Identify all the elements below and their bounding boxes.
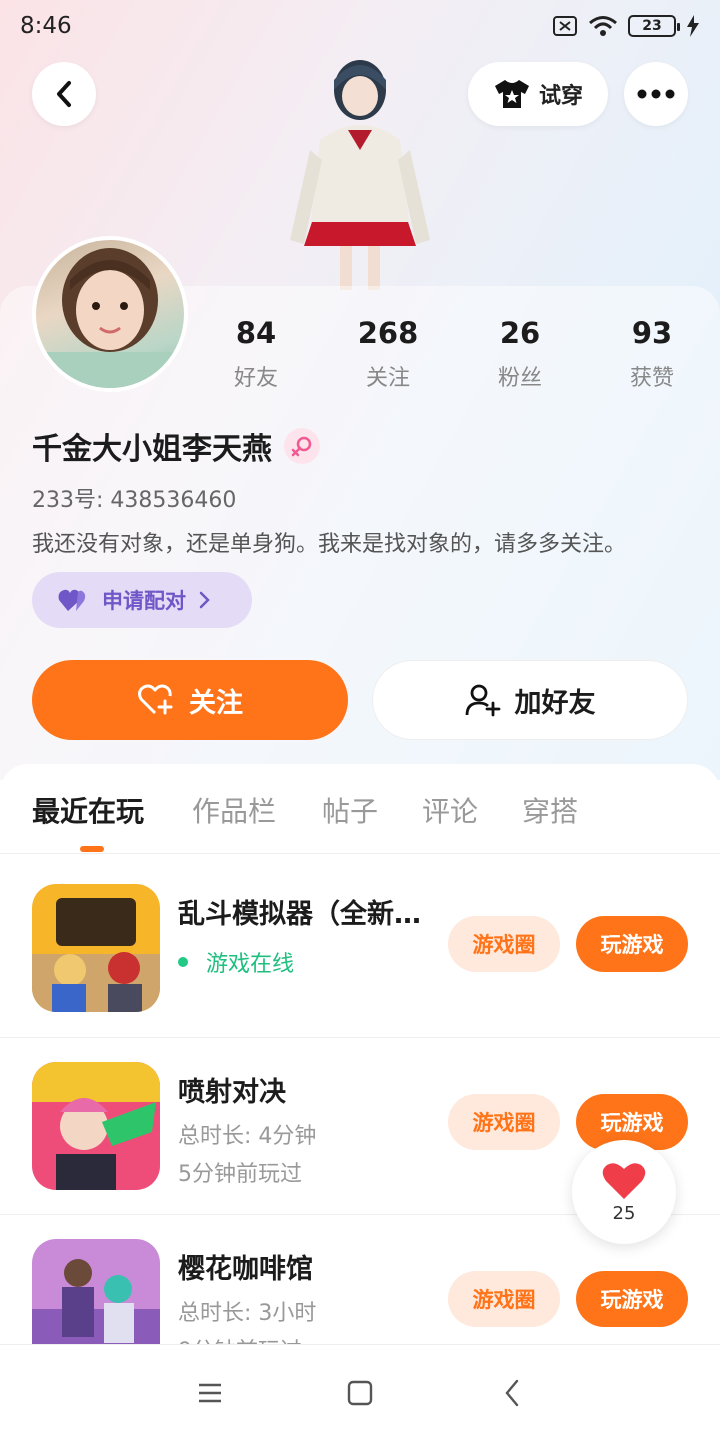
back-button[interactable] bbox=[32, 62, 96, 126]
request-match-label: 申请配对 bbox=[102, 589, 186, 613]
profile-name: 千金大小姐李天燕 bbox=[32, 432, 272, 467]
add-friend-button[interactable]: 加好友 bbox=[372, 660, 688, 740]
play-game-button[interactable]: 玩游戏 bbox=[576, 916, 688, 972]
stat-fans[interactable]: 26 粉丝 bbox=[454, 316, 586, 392]
like-floating-button[interactable]: 25 bbox=[572, 1140, 676, 1244]
profile-tabs: 最近在玩 作品栏 帖子 评论 穿搭 bbox=[0, 764, 720, 854]
tshirt-icon bbox=[494, 80, 529, 108]
follow-button[interactable]: 关注 bbox=[32, 660, 348, 740]
play-game-button[interactable]: 玩游戏 bbox=[576, 1271, 688, 1327]
add-user-icon bbox=[465, 684, 500, 717]
system-nav-bar bbox=[0, 1344, 720, 1440]
stat-label: 获赞 bbox=[629, 366, 674, 391]
nav-back-button[interactable] bbox=[492, 1375, 532, 1411]
add-friend-label: 加好友 bbox=[514, 687, 596, 719]
game-icon[interactable] bbox=[32, 1062, 160, 1190]
name-row: 千金大小姐李天燕 bbox=[32, 424, 320, 468]
stat-likes[interactable]: 93 获赞 bbox=[586, 316, 718, 392]
game-circle-button[interactable]: 游戏圈 bbox=[448, 1094, 560, 1150]
avatar-photo bbox=[46, 248, 174, 388]
stat-number: 26 bbox=[499, 316, 541, 350]
game-duration: 总时长: 4分钟 bbox=[178, 1124, 317, 1149]
more-button[interactable] bbox=[624, 62, 688, 126]
status-time: 8:46 bbox=[20, 13, 72, 39]
tab-posts[interactable]: 帖子 bbox=[322, 790, 378, 830]
chevron-left-icon bbox=[57, 81, 71, 107]
avatar[interactable] bbox=[32, 236, 188, 392]
game-list-item[interactable]: 乱斗模拟器（全新... 游戏在线 游戏圈 玩游戏 bbox=[0, 860, 720, 1037]
try-on-label: 试穿 bbox=[538, 84, 583, 109]
tab-recently-played[interactable]: 最近在玩 bbox=[32, 790, 144, 830]
game-icon[interactable] bbox=[32, 1239, 160, 1344]
user-bio: 我还没有对象，还是单身狗。我来是找对象的，请多多关注。 bbox=[32, 532, 627, 557]
sim-off-icon bbox=[553, 16, 577, 36]
wifi-icon bbox=[589, 16, 617, 36]
game-icon[interactable] bbox=[32, 884, 160, 1012]
user-id: 233号: 438536460 bbox=[32, 488, 237, 513]
menu-icon bbox=[199, 1383, 221, 1403]
follow-label: 关注 bbox=[189, 687, 243, 719]
home-square-icon bbox=[347, 1380, 373, 1406]
game-last-played: 9分钟前玩过 bbox=[178, 1333, 302, 1344]
stat-number: 84 bbox=[235, 316, 277, 350]
stat-number: 268 bbox=[357, 316, 419, 350]
nav-home-button[interactable] bbox=[340, 1375, 380, 1411]
game-last-played: 5分钟前玩过 bbox=[178, 1162, 302, 1187]
game-title: 喷射对决 bbox=[178, 1077, 286, 1108]
more-dots-icon bbox=[637, 89, 675, 99]
battery-icon: 23 bbox=[628, 15, 680, 37]
profile-stats: 84 好友 268 关注 26 粉丝 93 获赞 bbox=[190, 316, 720, 392]
stat-label: 关注 bbox=[365, 366, 410, 391]
double-heart-icon bbox=[58, 589, 86, 611]
profile-content: 最近在玩 作品栏 帖子 评论 穿搭 乱斗模拟器（全新... 游戏在线 游戏圈 玩… bbox=[0, 764, 720, 1344]
online-dot-icon bbox=[178, 957, 188, 967]
request-match-button[interactable]: 申请配对 bbox=[32, 572, 252, 628]
nav-menu-button[interactable] bbox=[190, 1375, 230, 1411]
like-count: 25 bbox=[612, 1202, 636, 1224]
tab-works[interactable]: 作品栏 bbox=[192, 790, 276, 830]
game-title: 乱斗模拟器（全新... bbox=[178, 899, 423, 930]
tab-outfits[interactable]: 穿搭 bbox=[522, 790, 578, 830]
charging-icon bbox=[687, 15, 699, 37]
status-icons: 23 bbox=[552, 15, 700, 37]
stat-friends[interactable]: 84 好友 bbox=[190, 316, 322, 392]
game-status: 游戏在线 bbox=[178, 946, 294, 978]
heart-plus-icon bbox=[138, 684, 173, 715]
chevron-right-icon bbox=[199, 591, 210, 609]
status-bar: 8:46 23 bbox=[0, 0, 720, 52]
stat-label: 好友 bbox=[233, 366, 278, 391]
back-arrow-icon bbox=[505, 1379, 519, 1407]
female-icon bbox=[284, 428, 320, 464]
stat-following[interactable]: 268 关注 bbox=[322, 316, 454, 392]
heart-icon bbox=[602, 1162, 646, 1199]
game-circle-button[interactable]: 游戏圈 bbox=[448, 1271, 560, 1327]
avatar-3d-figure bbox=[290, 60, 430, 290]
game-status-label: 游戏在线 bbox=[206, 952, 295, 977]
tab-indicator bbox=[80, 846, 104, 852]
try-on-button[interactable]: 试穿 bbox=[468, 62, 608, 126]
battery-level: 23 bbox=[642, 18, 662, 34]
stat-number: 93 bbox=[631, 316, 673, 350]
game-circle-button[interactable]: 游戏圈 bbox=[448, 916, 560, 972]
stat-label: 粉丝 bbox=[497, 366, 542, 391]
game-duration: 总时长: 3小时 bbox=[178, 1301, 317, 1326]
game-title: 樱花咖啡馆 bbox=[178, 1254, 313, 1285]
tab-comments[interactable]: 评论 bbox=[422, 790, 478, 830]
